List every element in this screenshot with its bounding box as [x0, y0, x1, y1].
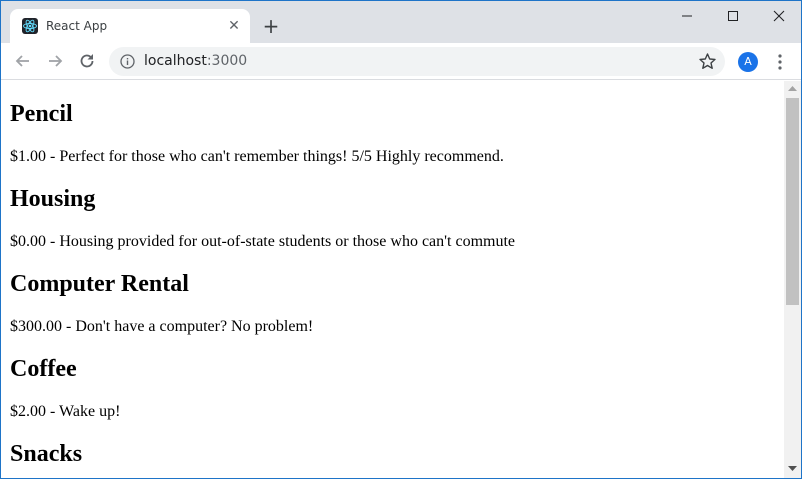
product-description-text: Perfect for those who can't remember thi… [59, 148, 504, 165]
product-price: $300.00 [10, 318, 62, 335]
vertical-scrollbar[interactable] [784, 81, 801, 478]
info-icon[interactable] [119, 53, 136, 70]
maximize-icon [728, 11, 738, 21]
star-icon[interactable] [698, 52, 717, 71]
product-description-text: Housing provided for out-of-state studen… [59, 233, 516, 250]
browser-toolbar: localhost:3000 A [1, 43, 801, 80]
scroll-up-button[interactable] [784, 81, 801, 98]
minimize-icon [682, 15, 692, 17]
tab-react-app[interactable]: React App ✕ [10, 9, 250, 43]
product-name: Snacks [10, 441, 83, 467]
url-port: :3000 [206, 53, 248, 69]
scroll-down-arrow-icon [788, 466, 797, 471]
page-viewport: Pencil $1.00 - Perfect for those who can… [1, 81, 784, 478]
tab-close-icon[interactable]: ✕ [226, 18, 242, 34]
profile-avatar[interactable]: A [738, 52, 758, 72]
scroll-down-button[interactable] [784, 461, 801, 478]
url-text: localhost:3000 [144, 53, 247, 70]
forward-arrow-icon [49, 55, 63, 67]
product-price: $2.00 [10, 403, 46, 420]
scroll-up-arrow-icon [788, 86, 797, 91]
forward-button[interactable] [43, 49, 67, 73]
product-name: Pencil [10, 101, 73, 127]
reload-button[interactable] [75, 49, 99, 73]
product-name: Housing [10, 186, 96, 212]
new-tab-button[interactable]: + [259, 15, 283, 39]
kebab-menu-icon[interactable] [771, 52, 789, 72]
maximize-button[interactable] [710, 1, 756, 31]
product-description-text: Wake up! [59, 403, 121, 420]
product-description: $0.00 - Housing provided for out-of-stat… [10, 233, 516, 250]
product-description: $2.00 - Wake up! [10, 403, 121, 420]
product-name: Coffee [10, 356, 77, 382]
browser-window: React App ✕ + localhost:3000 A Pencil $1… [0, 0, 802, 479]
minimize-button[interactable] [664, 1, 710, 31]
url-host: localhost [144, 53, 207, 69]
address-bar[interactable]: localhost:3000 [109, 47, 725, 76]
tab-title: React App [46, 19, 108, 33]
back-arrow-icon [15, 55, 29, 67]
product-list: Pencil $1.00 - Perfect for those who can… [10, 81, 780, 468]
product-price: $1.00 [10, 148, 46, 165]
title-bar: React App ✕ + [1, 1, 801, 43]
back-button[interactable] [11, 49, 35, 73]
close-window-button[interactable] [756, 1, 801, 31]
reload-icon [80, 54, 94, 68]
product-description: $1.00 - Perfect for those who can't reme… [10, 148, 504, 165]
scrollbar-thumb[interactable] [786, 98, 799, 305]
product-price: $0.00 [10, 233, 46, 250]
close-icon [773, 10, 785, 22]
react-logo-icon [22, 18, 38, 34]
product-name: Computer Rental [10, 271, 189, 297]
product-description-text: Don't have a computer? No problem! [75, 318, 314, 335]
product-description: $300.00 - Don't have a computer? No prob… [10, 318, 314, 335]
